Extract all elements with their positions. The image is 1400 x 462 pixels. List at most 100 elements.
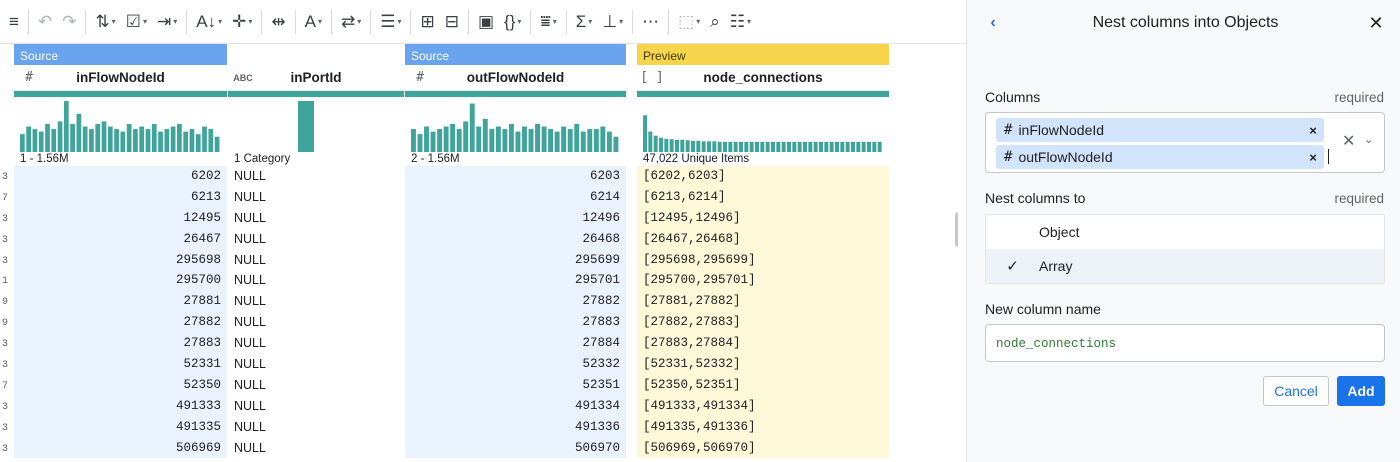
remove-chip-icon[interactable]: × [1302,150,1324,165]
table-cell[interactable]: [27881,27882] [637,291,889,313]
cancel-button[interactable]: Cancel [1263,376,1329,406]
histogram-bar[interactable] [648,131,653,152]
table-cell[interactable]: [12495,12496] [637,207,889,229]
histogram-bar[interactable] [411,129,416,152]
histogram-bar[interactable] [450,123,456,152]
braces-icon[interactable]: {} ▾ [499,7,526,37]
histogram-bar[interactable] [792,141,797,152]
new-column-name-input[interactable]: node_connections [985,324,1385,362]
table-cell[interactable]: 506970 [405,437,626,459]
histogram-bar[interactable] [214,136,220,152]
table-cell[interactable]: 27883 [14,333,227,355]
histogram-bar[interactable] [502,129,508,152]
histogram-bar[interactable] [541,126,547,153]
table-cell[interactable]: NULL [228,375,404,396]
histogram-bar[interactable] [561,126,567,153]
histogram-bar[interactable] [685,140,690,152]
histogram-bar[interactable] [701,141,706,152]
histogram-bar[interactable] [548,129,554,152]
histogram-bar[interactable] [653,135,658,152]
table-cell[interactable]: 52351 [405,374,626,396]
table-cell[interactable]: 6214 [405,186,626,208]
histogram-bar[interactable] [813,141,818,152]
histogram-bar[interactable] [877,141,882,152]
histogram-bar[interactable] [643,115,647,152]
histogram-bar[interactable] [101,121,107,152]
histogram-bar[interactable] [151,123,157,152]
histogram-bar[interactable] [38,131,44,152]
histogram-bar[interactable] [456,129,462,152]
column-histogram[interactable] [637,97,889,152]
histogram-bar[interactable] [797,141,802,152]
table-cell[interactable]: 12495 [14,207,227,229]
histogram-bar[interactable] [808,141,813,152]
table-cell[interactable]: [491335,491336] [637,416,889,438]
histogram-bar[interactable] [851,141,855,152]
table-cell[interactable]: NULL [228,312,404,333]
histogram-bar[interactable] [744,141,749,152]
split-icon[interactable]: ⇹ [266,7,290,37]
rows-icon[interactable]: ☰ ▾ [375,7,406,37]
histogram-bar[interactable] [437,129,443,152]
table-cell[interactable]: [295698,295699] [637,249,889,271]
back-chevron-icon[interactable]: ‹ [967,14,1019,32]
table-cell[interactable]: 6202 [14,166,227,187]
histogram-bar[interactable] [463,121,469,152]
histogram-bar[interactable] [669,139,674,152]
histogram-bar[interactable] [696,140,701,152]
histogram-bar[interactable] [170,126,176,153]
histogram-bar[interactable] [430,131,436,152]
structure-icon[interactable]: ▣ [473,7,499,37]
histogram-bar[interactable] [824,141,829,152]
columns-icon[interactable]: ⊟ [440,7,464,37]
table-cell[interactable]: 52350 [14,374,227,396]
text-icon[interactable]: A ▾ [300,7,327,37]
histogram-bar[interactable] [787,141,791,152]
table-cell[interactable]: NULL [228,166,404,187]
histogram-bar[interactable] [712,141,717,152]
histogram-bar[interactable] [114,129,119,152]
column-header[interactable]: ABC inPortId [228,65,404,91]
table-cell[interactable]: 27884 [405,333,626,355]
table-cell[interactable]: 27881 [14,291,227,313]
table-cell[interactable]: [506969,506970] [637,437,889,459]
histogram-bar[interactable] [298,101,314,152]
table-cell[interactable]: NULL [228,438,404,459]
table-cell[interactable]: [26467,26468] [637,228,889,250]
menu-icon[interactable]: ≡ [4,7,24,37]
histogram-bar[interactable] [70,123,75,152]
histogram-bar[interactable] [760,141,765,152]
histogram-bar[interactable] [861,141,866,152]
histogram-bar[interactable] [202,126,207,153]
chevron-down-icon[interactable]: ⌄ [1364,133,1373,146]
histogram-bar[interactable] [515,131,521,152]
histogram-bar[interactable] [580,131,586,152]
table-cell[interactable]: 27882 [14,312,227,334]
table-cell[interactable]: [27882,27883] [637,312,889,334]
table-cell[interactable]: [295700,295701] [637,270,889,292]
clear-all-icon[interactable]: ✕ [1342,131,1355,151]
histogram-bar[interactable] [120,131,126,152]
histogram-bar[interactable] [781,141,786,152]
table-cell[interactable]: 52331 [14,354,227,375]
histogram-bar[interactable] [158,131,163,152]
histogram-bar[interactable] [574,123,580,152]
histogram-bar[interactable] [482,118,488,152]
table-cell[interactable]: 12496 [405,207,626,229]
histogram-bar[interactable] [593,129,599,152]
histogram-bar[interactable] [707,141,711,152]
histogram-bar[interactable] [20,134,25,152]
histogram-bar[interactable] [522,126,527,153]
close-icon[interactable]: ✕ [1352,13,1400,34]
histogram-bar[interactable] [145,129,151,152]
histogram-bar[interactable] [613,136,619,152]
table-cell[interactable]: NULL [228,208,404,229]
replace-icon[interactable]: ⇄ ▾ [336,7,366,37]
table-cell[interactable]: [491333,491334] [637,395,889,417]
histogram-bar[interactable] [749,141,754,152]
histogram-bar[interactable] [32,129,38,152]
select-icon[interactable]: ⬚ ▾ [673,7,705,37]
table-cell[interactable]: [6202,6203] [637,166,889,187]
histogram-bar[interactable] [829,141,834,152]
histogram-bar[interactable] [567,129,573,152]
